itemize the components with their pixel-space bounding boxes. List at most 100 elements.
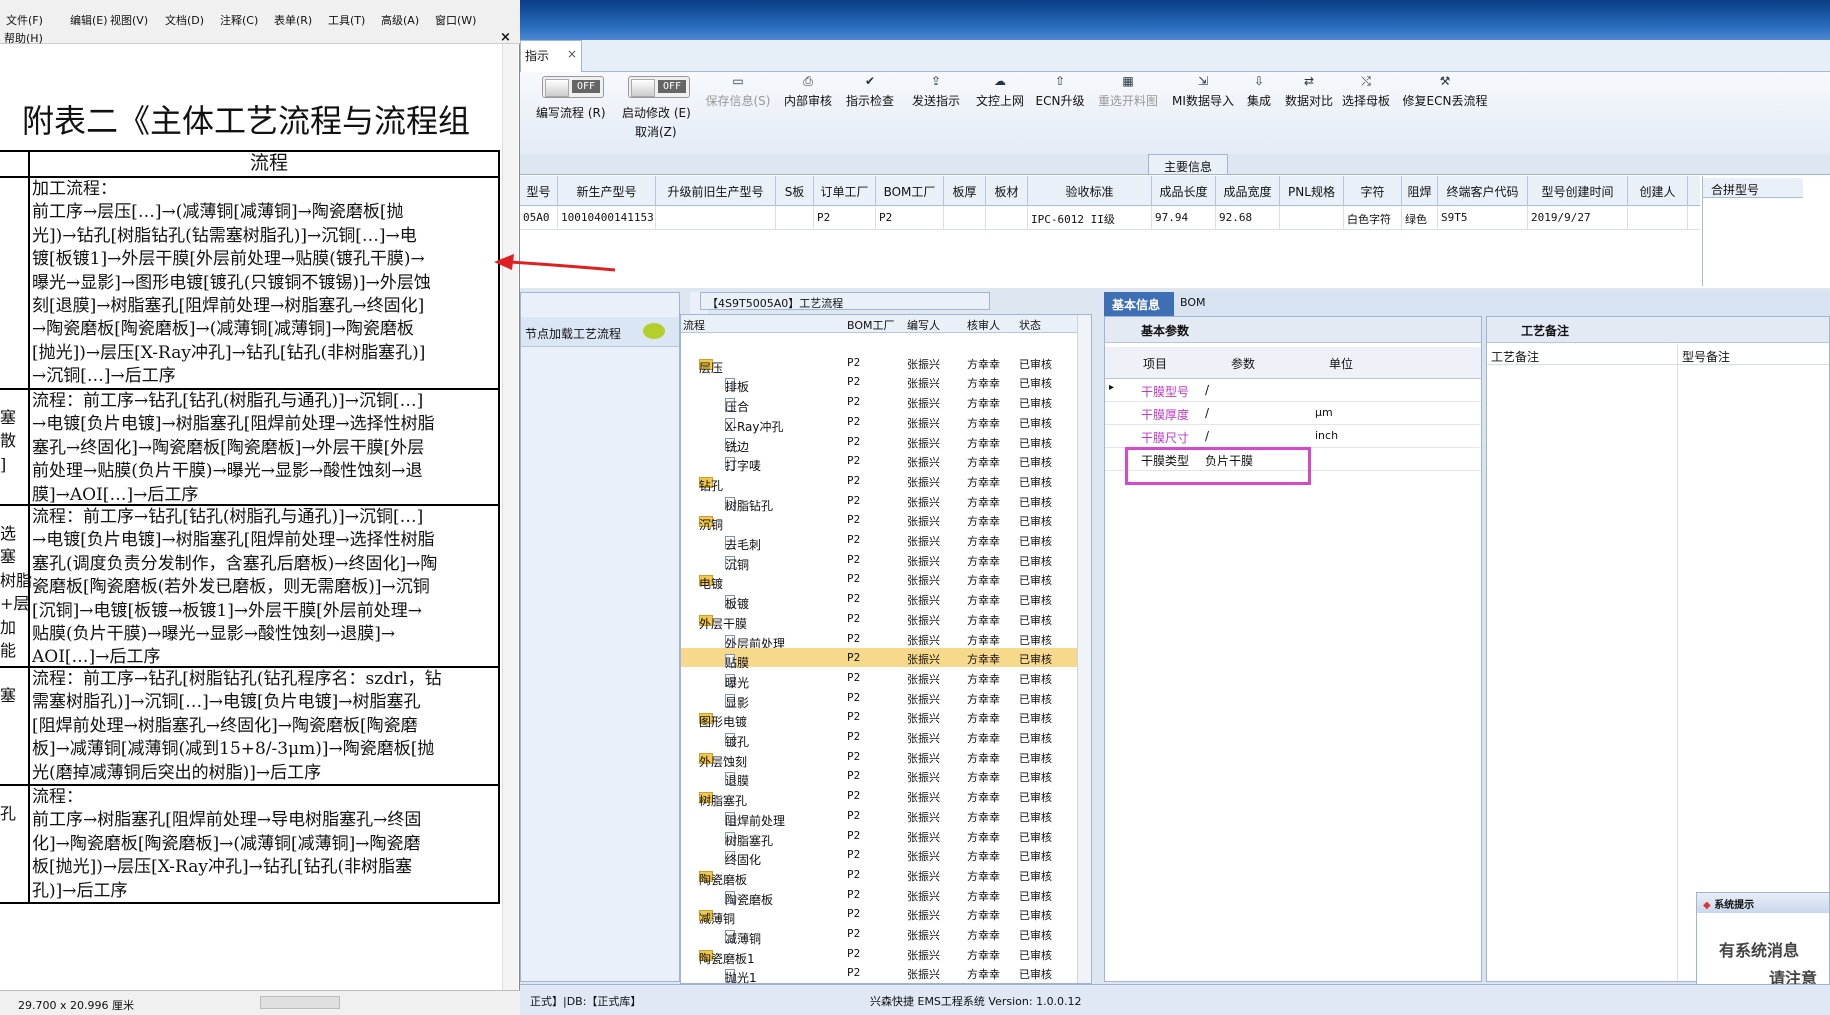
tree-row[interactable]: −电镀P2张振兴方幸幸已审核	[681, 569, 1091, 591]
bom-tab[interactable]: BOM	[1180, 296, 1206, 309]
grid-cell[interactable]: P2	[814, 206, 876, 230]
grid-column-header[interactable]: S板	[776, 176, 814, 206]
grid-cell[interactable]	[944, 206, 986, 230]
grid-column-header[interactable]: PNL规格	[1280, 176, 1344, 206]
grid-cell[interactable]: 10010400141153	[558, 206, 656, 230]
grid-cell[interactable]: 白色字符	[1344, 206, 1402, 230]
grid-column-header[interactable]: 板厚	[944, 176, 986, 206]
tree-row[interactable]: −减薄铜P2张振兴方幸幸已审核	[681, 904, 1091, 926]
grid-cell[interactable]	[656, 206, 776, 230]
tree-row[interactable]: 树脂钻孔 P2 张振兴 方幸幸 已审核	[681, 491, 1091, 513]
menu-item[interactable]: 窗口(W)	[435, 12, 476, 28]
write-flow-toggle[interactable]: OFF	[542, 76, 604, 98]
param-column-header[interactable]: 参数	[1231, 355, 1255, 372]
grid-cell[interactable]: S9T5	[1438, 206, 1528, 230]
tree-row[interactable]: −外层干膜P2张振兴方幸幸已审核	[681, 609, 1091, 631]
tree-column-header[interactable]: 编写人	[907, 317, 940, 333]
tree-row[interactable]: 曝光 P2 张振兴 方幸幸 已审核	[681, 668, 1091, 690]
tree-row[interactable]: 显影 P2 张振兴 方幸幸 已审核	[681, 688, 1091, 710]
ribbon-button[interactable]: ✔ 指示检查	[840, 72, 900, 152]
tree-row[interactable]: 沉铜 P2 张振兴 方幸幸 已审核	[681, 550, 1091, 572]
process-flow-tree[interactable]: 流程 BOM工厂编写人 核审人 状态 −层压P2张振兴方幸幸已审核排板P2张振兴方幸幸…	[680, 314, 1092, 984]
grid-column-header[interactable]: 创建人	[1628, 176, 1688, 206]
grid-cell[interactable]: 2019/9/27	[1528, 206, 1628, 230]
basic-info-tab[interactable]: 基本信息	[1104, 292, 1174, 317]
grid-column-header[interactable]: 成品长度	[1152, 176, 1216, 206]
tree-row[interactable]: 阻焊前处理 P2 张振兴 方幸幸 已审核	[681, 806, 1091, 828]
tree-row[interactable]: −层压P2张振兴方幸幸已审核	[681, 353, 1091, 375]
grid-column-header[interactable]: 字符	[1344, 176, 1402, 206]
grid-cell[interactable]	[1628, 206, 1688, 230]
tree-row[interactable]: 镀孔 P2 张振兴 方幸幸 已审核	[681, 727, 1091, 749]
grid-cell[interactable]: 97.94	[1152, 206, 1216, 230]
tree-column-header[interactable]: 状态	[1019, 317, 1041, 333]
ribbon-button[interactable]: ⇲ MI数据导入	[1168, 72, 1238, 152]
tab-close-icon[interactable]: ×	[567, 47, 577, 61]
tree-row[interactable]: −沉铜P2张振兴方幸幸已审核	[681, 510, 1091, 532]
node-load-row[interactable]: 节点加载工艺流程	[521, 317, 679, 347]
grid-cell[interactable]: 05A0	[520, 206, 558, 230]
speech-bubble-icon[interactable]	[643, 323, 665, 339]
cancel-edit-label[interactable]: 取消(Z)	[635, 123, 677, 140]
ribbon-button[interactable]: ▭ 保存信息(S)	[700, 72, 776, 152]
grid-cell[interactable]: IPC-6012 II级	[1028, 206, 1152, 230]
tree-row[interactable]: −树脂塞孔P2张振兴方幸幸已审核	[681, 786, 1091, 808]
grid-column-header[interactable]: 阻焊	[1402, 176, 1438, 206]
tree-row[interactable]: 板镀 P2 张振兴 方幸幸 已审核	[681, 589, 1091, 611]
param-value[interactable]: /	[1205, 383, 1209, 397]
ribbon-button[interactable]: ⇄ 数据对比	[1282, 72, 1336, 152]
menu-item[interactable]: 高级(A)	[381, 12, 419, 28]
main-info-grid-row[interactable]: 05A0 10010400141153 P2 P2 IPC-6012 II级 97.94 9…	[520, 206, 1700, 230]
tree-row[interactable]: 排板 P2 张振兴 方幸幸 已审核	[681, 372, 1091, 394]
grid-column-header[interactable]: 板材	[986, 176, 1028, 206]
tree-column-header[interactable]: BOM工厂	[847, 317, 895, 333]
grid-cell[interactable]: 绿色	[1402, 206, 1438, 230]
ribbon-button[interactable]: ⚒ 修复ECN丢流程	[1400, 72, 1490, 152]
tree-row[interactable]: 外层前处理 P2 张振兴 方幸幸 已审核	[681, 629, 1091, 651]
grid-column-header[interactable]: 型号	[520, 176, 558, 206]
grid-column-header[interactable]: 订单工厂	[814, 176, 876, 206]
pdf-horizontal-scroll-thumb[interactable]	[260, 996, 340, 1009]
tree-row[interactable]: 铣边 P2 张振兴 方幸幸 已审核	[681, 432, 1091, 454]
remark-tab[interactable]: 工艺备注	[1521, 322, 1569, 339]
tree-row[interactable]: X-Ray冲孔 P2 张振兴 方幸幸 已审核	[681, 412, 1091, 434]
grid-column-header[interactable]: 成品宽度	[1216, 176, 1280, 206]
ribbon-button[interactable]: ▦ 重选开料图	[1092, 72, 1164, 152]
enable-edit-toggle[interactable]: OFF	[628, 76, 690, 98]
menu-item[interactable]: 文档(D)	[165, 12, 204, 28]
grid-column-header[interactable]: 验收标准	[1028, 176, 1152, 206]
grid-cell[interactable]	[776, 206, 814, 230]
tree-row[interactable]: 压合 P2 张振兴 方幸幸 已审核	[681, 392, 1091, 414]
menu-item[interactable]: 表单(R)	[274, 12, 312, 28]
grid-column-header[interactable]: 升级前旧生产型号	[656, 176, 776, 206]
tree-row[interactable]	[681, 333, 1091, 352]
menu-item[interactable]: 文件(F)	[6, 12, 43, 28]
grid-cell[interactable]: P2	[876, 206, 944, 230]
tree-row[interactable]: 陶瓷磨板 P2 张振兴 方幸幸 已审核	[681, 885, 1091, 907]
param-column-header[interactable]: 单位	[1329, 355, 1353, 372]
param-row[interactable]: 干膜厚度 / μm	[1105, 402, 1481, 425]
param-value[interactable]: /	[1205, 429, 1209, 443]
menu-item[interactable]: 工具(T)	[328, 12, 365, 28]
menu-item[interactable]: 编辑(E)	[70, 12, 108, 28]
grid-cell[interactable]	[986, 206, 1028, 230]
param-row[interactable]: ▸ 干膜型号 /	[1105, 379, 1481, 402]
pdf-vertical-scrollbar[interactable]	[502, 44, 518, 990]
tree-row[interactable]: −陶瓷磨板P2张振兴方幸幸已审核	[681, 865, 1091, 887]
grid-cell[interactable]	[1280, 206, 1344, 230]
grid-column-header[interactable]: 型号创建时间	[1528, 176, 1628, 206]
tree-row[interactable]: −图形电镀P2张振兴方幸幸已审核	[681, 707, 1091, 729]
tree-column-header[interactable]: 核审人	[967, 317, 1000, 333]
ribbon-button[interactable]: ⤭ 选择母板	[1338, 72, 1394, 152]
tree-vertical-scrollbar[interactable]	[1077, 315, 1091, 983]
close-icon[interactable]: ×	[500, 30, 511, 45]
ribbon-button[interactable]: ☁ 文控上网	[970, 72, 1030, 152]
tree-row[interactable]: −陶瓷磨板1P2张振兴方幸幸已审核	[681, 944, 1091, 966]
tree-column-header[interactable]: 流程	[683, 317, 705, 333]
tree-row[interactable]: 打字唛 P2 张振兴 方幸幸 已审核	[681, 451, 1091, 473]
grid-column-header[interactable]: 终端客户代码	[1438, 176, 1528, 206]
tree-row[interactable]: 抛光1 P2 张振兴 方幸幸 已审核	[681, 963, 1091, 983]
tree-row[interactable]: 树脂塞孔 P2 张振兴 方幸幸 已审核	[681, 826, 1091, 848]
tree-row[interactable]: 退膜 P2 张振兴 方幸幸 已审核	[681, 766, 1091, 788]
param-row[interactable]: 干膜尺寸 / inch	[1105, 425, 1481, 448]
